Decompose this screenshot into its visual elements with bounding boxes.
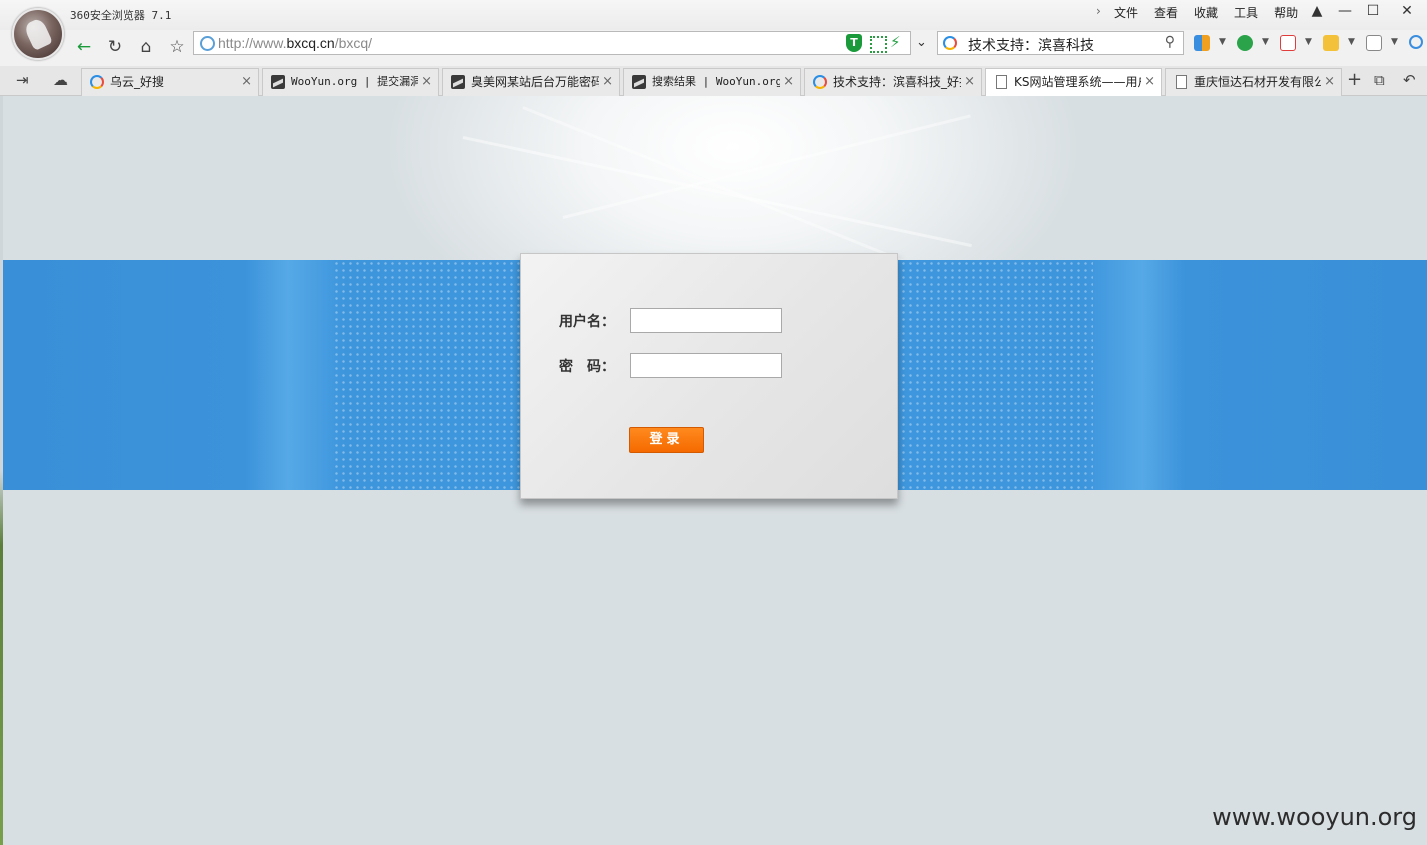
app-title: 360安全浏览器 7.1 xyxy=(70,9,172,22)
tab-close-icon[interactable]: × xyxy=(421,69,432,95)
star-icon[interactable]: ☆ xyxy=(166,36,188,58)
search-input[interactable]: 技术支持：滨喜科技 xyxy=(968,35,1094,55)
chevron-right-icon[interactable]: › xyxy=(1096,4,1114,21)
tab[interactable]: 重庆恒达石材开发有限公司 × xyxy=(1165,68,1342,96)
page-content: 用户名： 密 码： 登录 www.wooyun.org xyxy=(3,96,1427,845)
refresh-icon[interactable]: ↻ xyxy=(104,36,126,58)
tab-close-icon[interactable]: × xyxy=(1144,69,1155,95)
restore-tab-icon[interactable]: ⧉ xyxy=(1374,71,1385,89)
tab-label: WooYun.org | 提交漏洞 xyxy=(291,75,418,88)
safety-icon[interactable] xyxy=(1237,35,1253,51)
address-bar[interactable]: http://www.bxcq.cn/bxcq/ T ⚡ xyxy=(193,31,911,55)
tab[interactable]: 技术支持：滨喜科技_好搜 × xyxy=(804,68,982,96)
menu-tools[interactable]: 工具 xyxy=(1234,4,1258,21)
search-logo-icon xyxy=(813,75,827,89)
tab-label: 搜索结果 | WooYun.org xyxy=(652,75,780,88)
globe-icon xyxy=(200,36,215,51)
tab-bar: ⇥ ☁ 乌云_好搜 × WooYun.org | 提交漏洞 × 臭美网某站后台万… xyxy=(0,66,1427,97)
wooyun-icon xyxy=(451,75,465,89)
minimize-button[interactable]: — xyxy=(1331,0,1359,22)
apps-icon[interactable] xyxy=(1194,35,1210,51)
login-panel: 用户名： 密 码： 登录 xyxy=(520,253,898,499)
tab-label: 重庆恒达石材开发有限公司 xyxy=(1194,75,1321,89)
menu-view[interactable]: 查看 xyxy=(1154,4,1178,21)
menu-file[interactable]: 文件 xyxy=(1114,4,1138,21)
password-label: 密 码： xyxy=(559,359,615,375)
back-arrow-icon[interactable]: ← xyxy=(73,36,95,58)
translate-icon[interactable] xyxy=(1280,35,1296,51)
page-icon xyxy=(996,75,1007,89)
chevron-down-icon[interactable]: ⌄ xyxy=(916,35,927,50)
translate-dropdown-icon[interactable]: ▼ xyxy=(1305,37,1312,47)
search-box[interactable]: 技术支持：滨喜科技 ⚲ xyxy=(937,31,1184,55)
cloud-icon[interactable]: ☁ xyxy=(53,71,68,89)
login-button[interactable]: 登录 xyxy=(629,427,704,453)
tab-label: 技术支持：滨喜科技_好搜 xyxy=(833,75,961,89)
page-icon xyxy=(1176,75,1187,89)
tab[interactable]: 臭美网某站后台万能密码 × xyxy=(442,68,620,96)
speed-mode-icon[interactable]: ⚡ xyxy=(890,33,901,51)
wooyun-icon xyxy=(271,75,285,89)
qr-code-icon[interactable] xyxy=(870,36,887,53)
tab[interactable]: 搜索结果 | WooYun.org × xyxy=(623,68,801,96)
tab-label: 臭美网某站后台万能密码 xyxy=(471,75,599,89)
tab-close-icon[interactable]: × xyxy=(241,69,252,95)
maximize-button[interactable]: ☐ xyxy=(1359,0,1387,22)
tab[interactable]: WooYun.org | 提交漏洞 × xyxy=(262,68,439,96)
watermark: www.wooyun.org xyxy=(1212,803,1417,831)
game-icon[interactable] xyxy=(1366,35,1382,51)
username-label: 用户名： xyxy=(559,314,615,330)
screenshot-icon[interactable] xyxy=(1323,35,1339,51)
game-dropdown-icon[interactable]: ▼ xyxy=(1391,37,1398,47)
search-icon[interactable]: ⚲ xyxy=(1165,34,1175,50)
tab[interactable]: 乌云_好搜 × xyxy=(81,68,259,96)
close-button[interactable]: ✕ xyxy=(1387,0,1427,22)
tab-label: KS网站管理系统——用户登录 xyxy=(1014,75,1141,89)
title-bar: 360安全浏览器 7.1 › 文件 查看 收藏 工具 帮助 ▲ — ☐ ✕ xyxy=(0,0,1427,30)
url-text[interactable]: http://www.bxcq.cn/bxcq/ xyxy=(218,35,372,51)
tab-active[interactable]: KS网站管理系统——用户登录 × xyxy=(985,68,1162,97)
search-engine-icon[interactable] xyxy=(943,36,957,50)
screenshot-dropdown-icon[interactable]: ▼ xyxy=(1348,37,1355,47)
apps-dropdown-icon[interactable]: ▼ xyxy=(1219,37,1226,47)
new-tab-icon[interactable]: + xyxy=(1347,69,1362,90)
tab-close-icon[interactable]: × xyxy=(1324,69,1335,95)
username-input[interactable] xyxy=(630,308,782,333)
undo-close-icon[interactable]: ↶ xyxy=(1403,71,1416,89)
avatar[interactable] xyxy=(12,8,64,60)
sidebar-toggle-icon[interactable]: ⇥ xyxy=(16,71,29,89)
tab-close-icon[interactable]: × xyxy=(602,69,613,95)
menu-help[interactable]: 帮助 xyxy=(1274,4,1298,21)
security-shield-icon[interactable]: T xyxy=(846,34,862,52)
zoom-icon[interactable] xyxy=(1409,35,1423,49)
wooyun-icon xyxy=(632,75,646,89)
tab-close-icon[interactable]: × xyxy=(964,69,975,95)
tab-close-icon[interactable]: × xyxy=(783,69,794,95)
search-logo-icon xyxy=(90,75,104,89)
menu-bar: › 文件 查看 收藏 工具 帮助 xyxy=(1096,4,1314,21)
window-controls: ▲ — ☐ ✕ xyxy=(1303,0,1427,24)
tab-label: 乌云_好搜 xyxy=(110,75,165,89)
safety-dropdown-icon[interactable]: ▼ xyxy=(1262,37,1269,47)
home-icon[interactable]: ⌂ xyxy=(135,36,157,58)
menu-favorites[interactable]: 收藏 xyxy=(1194,4,1218,21)
skin-button[interactable]: ▲ xyxy=(1303,0,1331,22)
password-input[interactable] xyxy=(630,353,782,378)
